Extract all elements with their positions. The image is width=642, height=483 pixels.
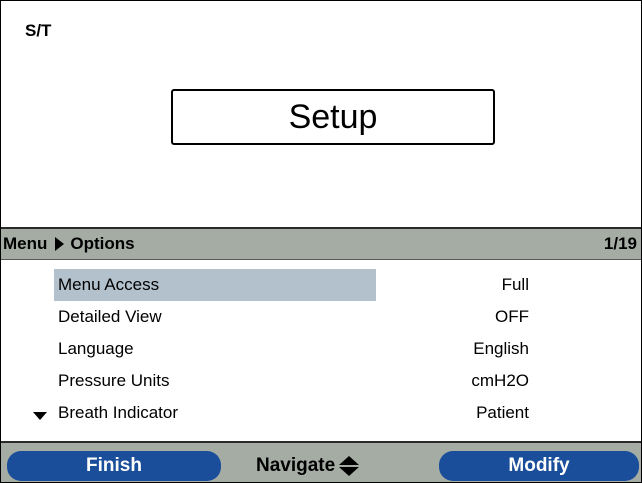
list-item-value: cmH2O <box>471 371 529 390</box>
modify-button[interactable]: Modify <box>439 451 639 481</box>
list-item-value: Patient <box>476 403 529 422</box>
breadcrumb: Menu Options 1/19 <box>1 227 641 260</box>
triangle-down-icon <box>33 412 47 420</box>
breadcrumb-root: Menu <box>3 234 48 253</box>
list-item-menu-access[interactable]: Menu Access Full <box>1 269 641 301</box>
list-item-value: Full <box>501 275 529 294</box>
softkey-bar: Finish Navigate Modify <box>1 441 641 482</box>
list-item-breath-indicator[interactable]: Breath Indicator Patient <box>1 397 641 429</box>
list-item-label: Breath Indicator <box>58 403 179 422</box>
screen-title-box: Setup <box>171 89 495 145</box>
finish-button-label: Finish <box>86 455 142 476</box>
list-item-value: English <box>473 339 529 358</box>
screen-title: Setup <box>288 97 378 136</box>
up-down-arrows-icon <box>335 455 360 477</box>
breadcrumb-current: Options <box>70 234 135 253</box>
navigate-hint: Navigate <box>256 452 360 480</box>
device-screen: S/T Setup Menu Options 1/19 Menu Access … <box>0 0 642 483</box>
navigate-label: Navigate <box>256 455 336 476</box>
list-item-label: Language <box>58 339 134 358</box>
list-item-value: OFF <box>495 307 529 326</box>
breadcrumb-path: Menu Options <box>3 234 135 254</box>
list-item-label: Detailed View <box>58 307 162 326</box>
options-list: Menu Access Full Detailed View OFF Langu… <box>1 269 641 429</box>
list-item-language[interactable]: Language English <box>1 333 641 365</box>
page-indicator: 1/19 <box>603 234 637 253</box>
ventilation-mode: S/T <box>25 21 52 40</box>
list-item-label: Menu Access <box>54 269 376 301</box>
triangle-right-icon <box>55 237 65 251</box>
list-item-detailed-view[interactable]: Detailed View OFF <box>1 301 641 333</box>
list-item-pressure-units[interactable]: Pressure Units cmH2O <box>1 365 641 397</box>
finish-button[interactable]: Finish <box>7 451 221 481</box>
list-item-label: Pressure Units <box>58 371 170 390</box>
modify-button-label: Modify <box>508 455 570 476</box>
